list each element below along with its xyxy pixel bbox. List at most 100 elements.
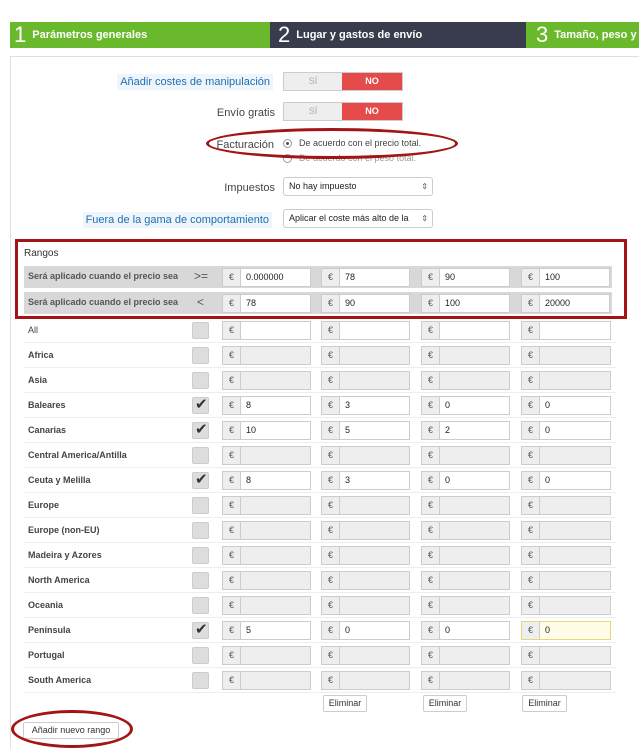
zone-price-input[interactable]: € [321, 446, 410, 465]
zone-price-value[interactable]: 3 [340, 397, 409, 414]
zone-price-value[interactable] [440, 522, 509, 539]
zone-price-value[interactable] [540, 672, 610, 689]
zone-price-value[interactable]: 2 [440, 422, 509, 439]
zone-price-value[interactable] [241, 572, 310, 589]
switch-no[interactable]: NO [342, 103, 402, 120]
zone-price-value[interactable] [540, 572, 610, 589]
zone-price-value[interactable] [540, 347, 610, 364]
zone-price-value[interactable]: 10 [241, 422, 310, 439]
zone-price-value[interactable] [340, 647, 409, 664]
zone-checkbox[interactable]: ✔ [192, 396, 209, 414]
zone-price-input[interactable]: € [222, 596, 311, 615]
zone-price-input[interactable]: € [321, 346, 410, 365]
zone-price-value[interactable] [540, 372, 610, 389]
delete-range-button-2[interactable]: Eliminar [323, 695, 367, 712]
zone-price-input[interactable]: € [421, 546, 510, 565]
zone-price-input[interactable]: € [222, 571, 311, 590]
zone-checkbox[interactable] [192, 372, 209, 389]
zone-price-value[interactable] [340, 372, 409, 389]
zone-price-input[interactable]: € [521, 521, 611, 540]
zone-price-value[interactable] [340, 597, 409, 614]
zone-price-value[interactable] [340, 322, 409, 339]
zone-price-value[interactable]: 0 [340, 622, 409, 639]
zone-price-input[interactable]: € [421, 571, 510, 590]
zone-price-input[interactable]: €3 [321, 471, 410, 490]
zone-checkbox[interactable] [192, 572, 209, 589]
zone-price-value[interactable] [241, 322, 310, 339]
zone-price-input[interactable]: € [222, 646, 311, 665]
zone-price-input[interactable]: € [222, 521, 311, 540]
zone-checkbox[interactable] [192, 497, 209, 514]
zone-price-input[interactable]: €3 [321, 396, 410, 415]
zone-price-input[interactable]: €0 [521, 621, 611, 640]
zone-checkbox[interactable]: ✔ [192, 421, 209, 439]
zone-price-input[interactable]: €0 [521, 421, 611, 440]
zone-price-input[interactable]: € [321, 521, 410, 540]
switch-yes[interactable]: SÍ [284, 73, 343, 90]
zone-price-input[interactable]: € [521, 646, 611, 665]
zone-price-value[interactable]: 0 [440, 622, 509, 639]
zone-price-input[interactable]: € [421, 646, 510, 665]
zone-price-input[interactable]: €8 [222, 471, 311, 490]
zone-price-input[interactable]: € [421, 521, 510, 540]
zone-price-value[interactable] [440, 647, 509, 664]
zone-price-value[interactable] [540, 597, 610, 614]
zone-price-input[interactable]: € [421, 321, 510, 340]
zone-price-input[interactable]: € [421, 346, 510, 365]
zone-price-input[interactable]: € [321, 646, 410, 665]
zone-checkbox[interactable] [192, 597, 209, 614]
zone-price-input[interactable]: € [421, 371, 510, 390]
zone-price-value[interactable]: 0 [440, 397, 509, 414]
step-shipping-locations[interactable]: 2 Lugar y gastos de envío [270, 22, 526, 48]
zone-price-value[interactable]: 3 [340, 472, 409, 489]
zone-price-value[interactable] [340, 547, 409, 564]
zone-price-value[interactable] [340, 522, 409, 539]
out-of-range-select[interactable]: Aplicar el coste más alto de la ⇕ [283, 209, 433, 228]
zone-price-value[interactable] [440, 547, 509, 564]
zone-price-input[interactable]: € [321, 596, 410, 615]
zone-price-value[interactable] [540, 447, 610, 464]
zone-price-value[interactable] [241, 647, 310, 664]
zone-price-value[interactable]: 8 [241, 397, 310, 414]
zone-price-input[interactable]: € [321, 321, 410, 340]
zone-price-input[interactable]: €0 [321, 621, 410, 640]
zone-price-input[interactable]: €0 [421, 621, 510, 640]
zone-price-input[interactable]: €5 [321, 421, 410, 440]
zone-price-input[interactable]: € [521, 496, 611, 515]
zone-price-value[interactable]: 0 [540, 422, 610, 439]
zone-checkbox[interactable]: ✔ [192, 621, 209, 639]
zone-price-value[interactable] [440, 447, 509, 464]
zone-price-value[interactable] [340, 447, 409, 464]
zone-price-input[interactable]: € [521, 346, 611, 365]
zone-price-input[interactable]: € [521, 571, 611, 590]
zone-price-input[interactable]: € [521, 321, 611, 340]
zone-price-value[interactable] [440, 322, 509, 339]
zone-price-value[interactable] [340, 347, 409, 364]
zone-price-value[interactable] [440, 597, 509, 614]
zone-price-value[interactable]: 0 [540, 622, 610, 639]
zone-price-value[interactable] [440, 672, 509, 689]
zone-price-value[interactable] [241, 522, 310, 539]
zone-price-value[interactable] [241, 447, 310, 464]
zone-price-input[interactable]: € [521, 371, 611, 390]
zone-price-input[interactable]: € [521, 546, 611, 565]
free-shipping-switch[interactable]: SÍ NO [283, 102, 403, 121]
zone-price-input[interactable]: € [321, 571, 410, 590]
zone-price-value[interactable] [241, 597, 310, 614]
zone-price-value[interactable] [440, 347, 509, 364]
zone-price-input[interactable]: €8 [222, 396, 311, 415]
zone-price-input[interactable]: €10 [222, 421, 311, 440]
zone-price-input[interactable]: €0 [421, 396, 510, 415]
handling-costs-switch[interactable]: SÍ NO [283, 72, 403, 91]
tax-select[interactable]: No hay impuesto ⇕ [283, 177, 433, 196]
zone-checkbox[interactable] [192, 447, 209, 464]
zone-price-input[interactable]: €0 [521, 471, 611, 490]
zone-checkbox[interactable]: ✔ [192, 471, 209, 489]
switch-yes[interactable]: SÍ [284, 103, 343, 120]
zone-price-value[interactable] [241, 497, 310, 514]
zone-price-value[interactable] [540, 497, 610, 514]
zone-price-value[interactable] [241, 372, 310, 389]
zone-price-value[interactable] [340, 497, 409, 514]
zone-checkbox[interactable] [192, 647, 209, 664]
zone-price-input[interactable]: € [421, 596, 510, 615]
